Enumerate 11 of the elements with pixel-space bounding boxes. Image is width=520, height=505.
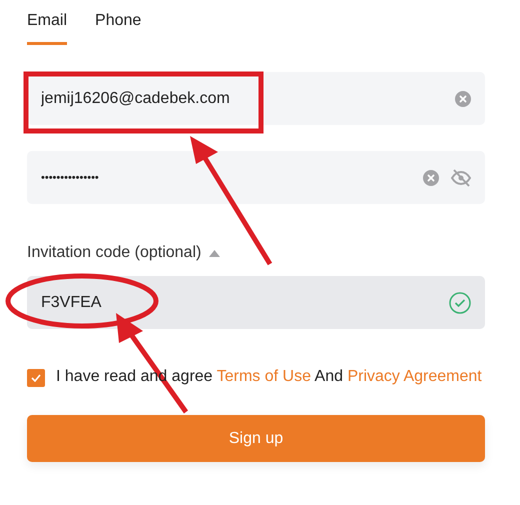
caret-icon[interactable] [209,250,220,256]
tab[interactable]: Email [27,12,68,45]
checkmark-icon [31,374,41,382]
field-label: Invitation code (optional) [27,244,202,262]
eye-slash-icon[interactable] [451,168,471,186]
clear-icon[interactable] [455,90,471,106]
tab[interactable]: Phone [95,12,142,45]
invitation-code-field[interactable]: F3VFEA [27,276,485,329]
checkbox[interactable] [27,369,45,387]
clear-icon[interactable] [423,170,439,186]
password-field[interactable]: ••••••••••••••• [27,151,485,204]
